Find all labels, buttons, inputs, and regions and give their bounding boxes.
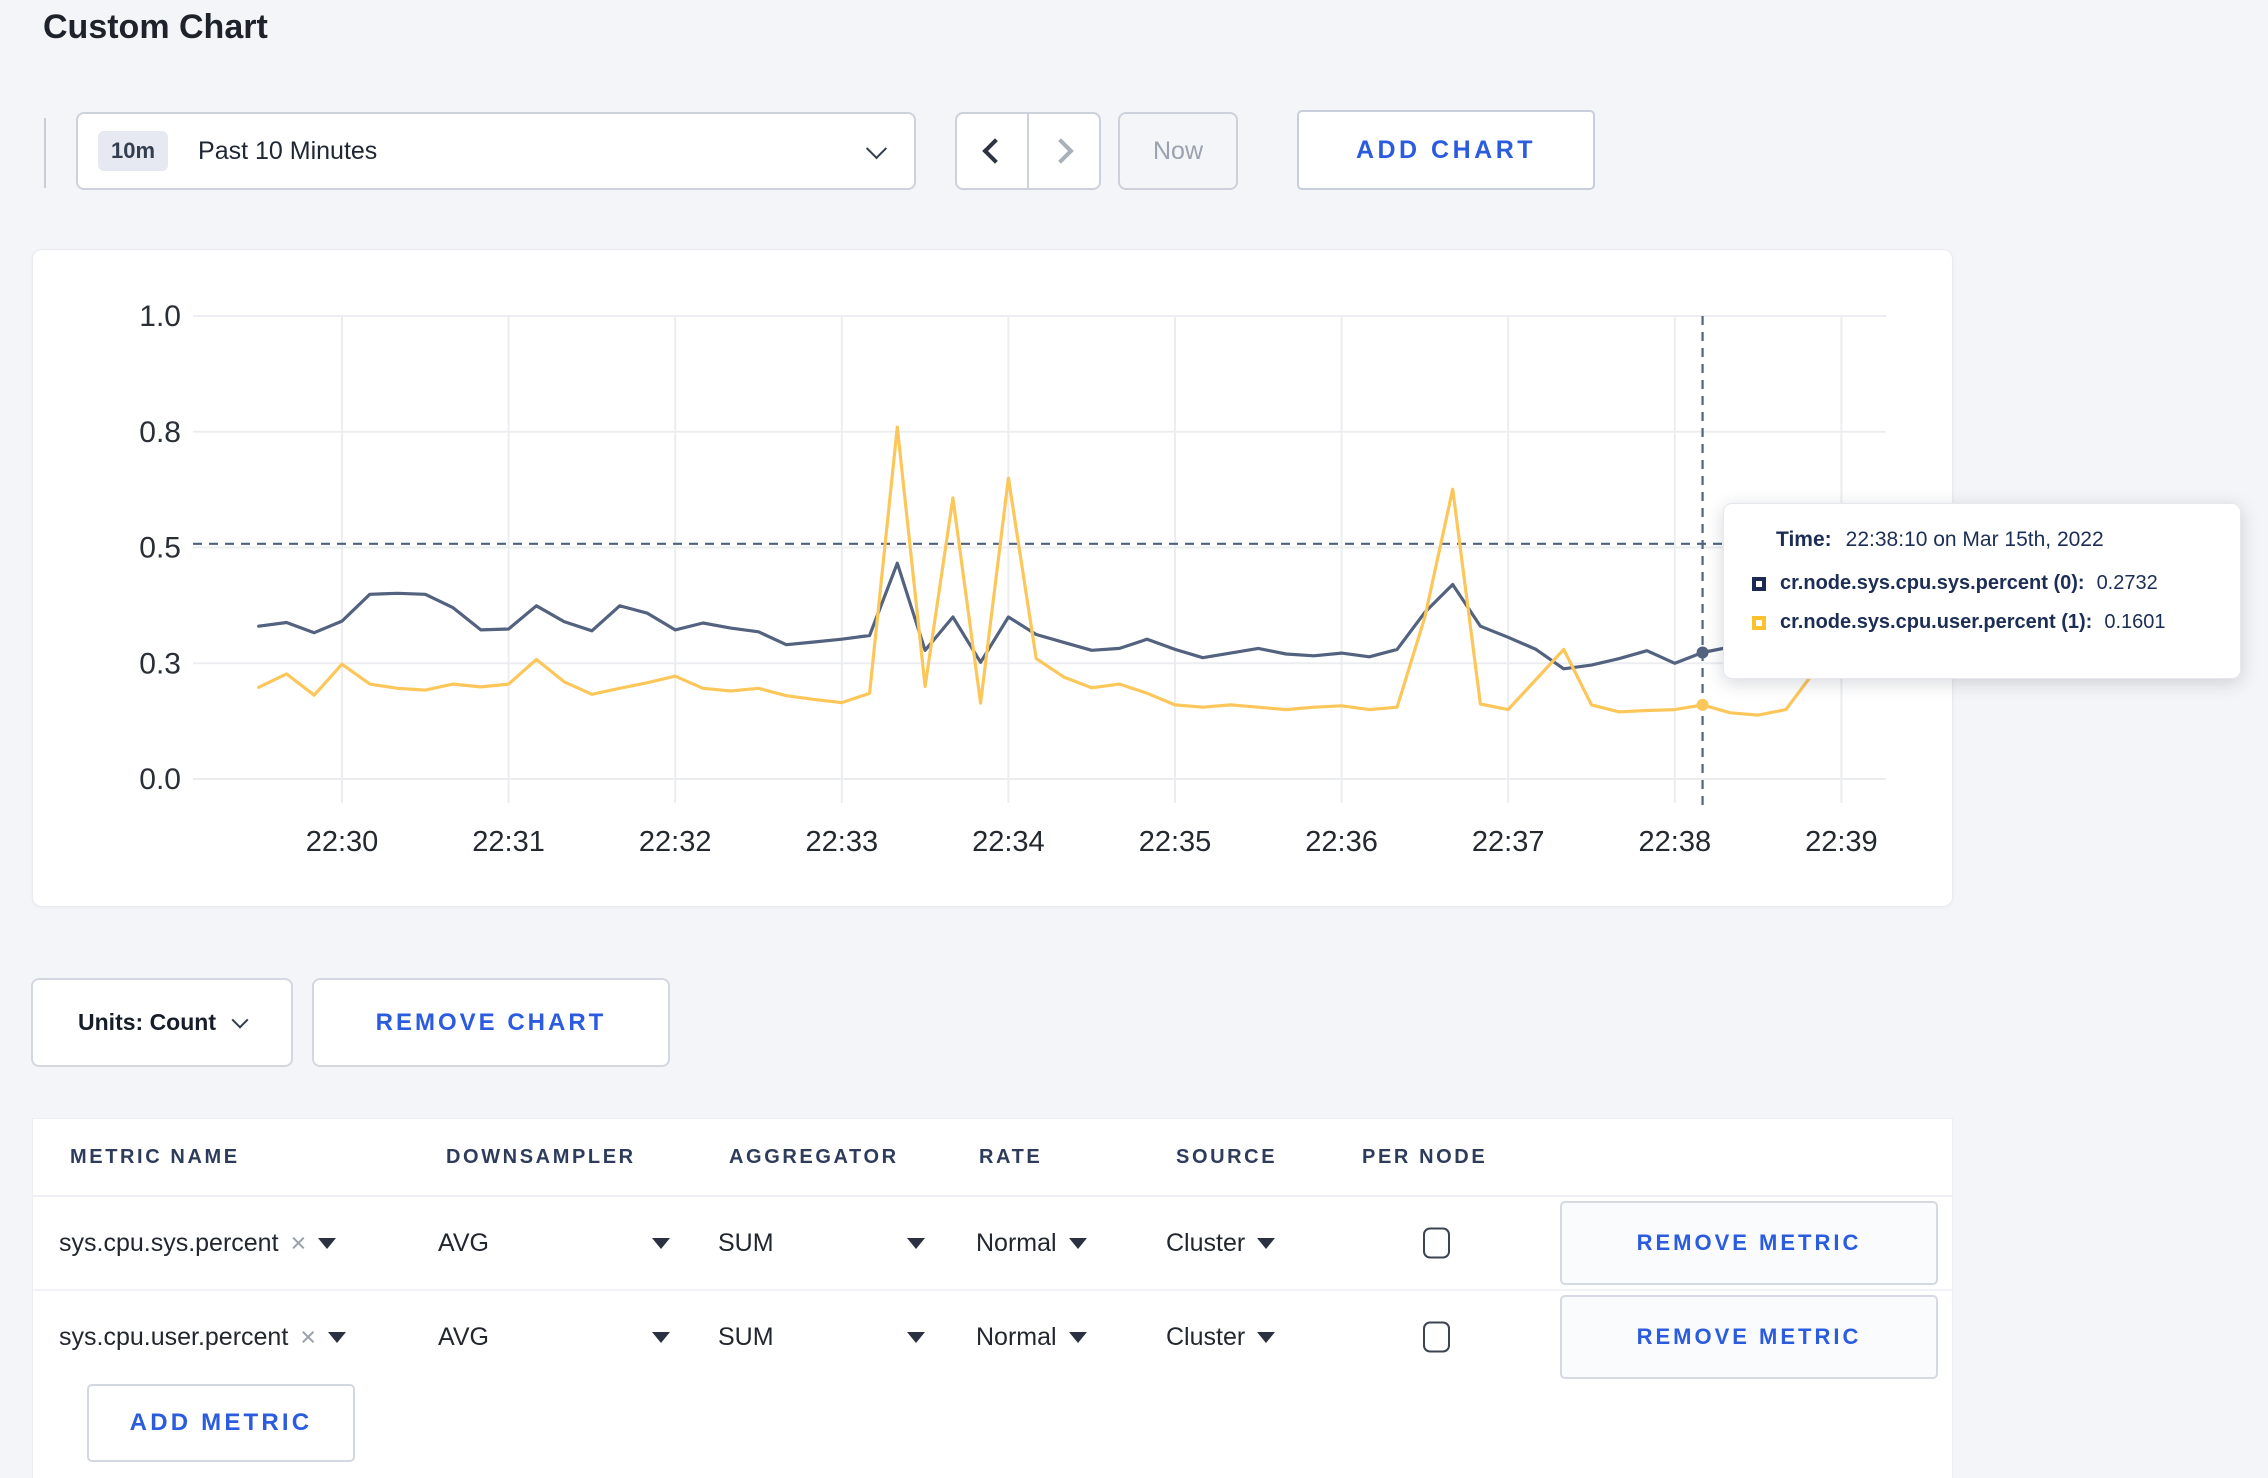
column-header-per-node: PER NODE <box>1362 1145 1488 1168</box>
controls-divider <box>44 118 46 188</box>
per-node-checkbox[interactable] <box>1423 1321 1450 1353</box>
timeseries-plot[interactable]: 1.0 0.8 0.5 0.3 0.0 22:30 22:31 22:32 22:33 22:34… <box>33 250 1954 908</box>
svg-text:0.3: 0.3 <box>139 647 181 680</box>
downsampler-dropdown[interactable]: AVG <box>438 1197 670 1289</box>
caret-down-icon <box>1257 1331 1276 1343</box>
chevron-down-icon <box>231 1011 249 1029</box>
tooltip-time: Time: 22:38:10 on Mar 15th, 2022 <box>1776 528 2240 552</box>
per-node-checkbox[interactable] <box>1423 1227 1450 1259</box>
caret-down-icon <box>1257 1237 1276 1249</box>
clear-metric-icon[interactable]: × <box>300 1322 316 1353</box>
metric-name-dropdown[interactable]: sys.cpu.sys.percent × <box>59 1197 337 1289</box>
downsampler-dropdown[interactable]: AVG <box>438 1291 670 1383</box>
rate-value: Normal <box>976 1322 1057 1351</box>
time-nav-control <box>955 112 1101 190</box>
svg-text:0.0: 0.0 <box>139 763 181 796</box>
source-dropdown[interactable]: Cluster <box>1166 1291 1276 1383</box>
sys-series-swatch-icon <box>1752 576 1766 591</box>
next-time-button[interactable] <box>1027 114 1099 188</box>
column-header-metric-name: METRIC NAME <box>70 1145 240 1168</box>
tooltip-series-name: cr.node.sys.cpu.sys.percent (0): <box>1780 572 2085 594</box>
source-value: Cluster <box>1166 1228 1246 1257</box>
aggregator-dropdown[interactable]: SUM <box>718 1291 925 1383</box>
aggregator-value: SUM <box>718 1322 774 1351</box>
svg-text:22:38: 22:38 <box>1639 826 1712 858</box>
tooltip-series-row: cr.node.sys.cpu.user.percent (1): 0.1601 <box>1752 611 2240 634</box>
source-value: Cluster <box>1166 1322 1246 1351</box>
tooltip-series-name: cr.node.sys.cpu.user.percent (1): <box>1780 611 2093 633</box>
chevron-left-icon <box>982 138 1008 164</box>
metrics-table-header: METRIC NAME DOWNSAMPLER AGGREGATOR RATE … <box>33 1119 1952 1195</box>
now-button[interactable]: Now <box>1118 112 1238 190</box>
chart-tooltip: Time: 22:38:10 on Mar 15th, 2022 cr.node.… <box>1723 503 2241 679</box>
svg-text:22:34: 22:34 <box>972 826 1045 858</box>
user-series-swatch-icon <box>1752 615 1766 630</box>
svg-text:22:39: 22:39 <box>1805 826 1878 858</box>
caret-down-icon <box>1068 1237 1087 1249</box>
caret-down-icon <box>1068 1331 1087 1343</box>
metric-row: sys.cpu.user.percent × AVG SUM Normal Cl… <box>33 1291 1952 1383</box>
units-dropdown[interactable]: Units: Count <box>31 978 293 1067</box>
metric-name-label: sys.cpu.user.percent <box>59 1322 289 1351</box>
chevron-down-icon <box>865 137 888 159</box>
column-header-aggregator: AGGREGATOR <box>729 1145 899 1168</box>
aggregator-dropdown[interactable]: SUM <box>718 1197 925 1289</box>
rate-dropdown[interactable]: Normal <box>976 1291 1087 1383</box>
rate-dropdown[interactable]: Normal <box>976 1197 1087 1289</box>
tooltip-series-row: cr.node.sys.cpu.sys.percent (0): 0.2732 <box>1752 572 2240 595</box>
add-metric-button[interactable]: ADD METRIC <box>87 1384 355 1462</box>
tooltip-series-value: 0.1601 <box>2104 611 2166 633</box>
remove-metric-button[interactable]: REMOVE METRIC <box>1560 1295 1938 1379</box>
units-label: Units: Count <box>78 1009 216 1035</box>
metric-row: sys.cpu.sys.percent × AVG SUM Normal Clu… <box>33 1197 1952 1289</box>
downsampler-value: AVG <box>438 1322 489 1351</box>
source-dropdown[interactable]: Cluster <box>1166 1197 1276 1289</box>
caret-down-icon <box>328 1331 347 1343</box>
aggregator-value: SUM <box>718 1228 774 1257</box>
add-chart-button[interactable]: ADD CHART <box>1297 110 1595 190</box>
column-header-downsampler: DOWNSAMPLER <box>446 1145 636 1168</box>
svg-text:22:37: 22:37 <box>1472 826 1545 858</box>
metric-name-label: sys.cpu.sys.percent <box>59 1228 279 1257</box>
tooltip-time-key: Time: <box>1776 528 1832 551</box>
metric-name-dropdown[interactable]: sys.cpu.user.percent × <box>59 1291 347 1383</box>
custom-chart-page: Custom Chart 10m Past 10 Minutes Now ADD… <box>0 0 2268 1478</box>
svg-text:22:32: 22:32 <box>639 826 712 858</box>
page-title: Custom Chart <box>43 8 268 46</box>
column-header-source: SOURCE <box>1176 1145 1278 1168</box>
svg-text:22:35: 22:35 <box>1139 826 1212 858</box>
caret-down-icon <box>907 1237 925 1249</box>
caret-down-icon <box>652 1237 670 1249</box>
prev-time-button[interactable] <box>957 114 1027 188</box>
chart-card: 1.0 0.8 0.5 0.3 0.0 22:30 22:31 22:32 22:33 22:34… <box>32 249 1953 907</box>
rate-value: Normal <box>976 1228 1057 1257</box>
tooltip-time-value: 22:38:10 on Mar 15th, 2022 <box>1845 528 2104 551</box>
svg-text:22:30: 22:30 <box>306 826 379 858</box>
svg-text:1.0: 1.0 <box>139 300 181 333</box>
remove-metric-button[interactable]: REMOVE METRIC <box>1560 1201 1938 1285</box>
svg-text:22:31: 22:31 <box>472 826 545 858</box>
caret-down-icon <box>652 1331 670 1343</box>
clear-metric-icon[interactable]: × <box>291 1228 307 1259</box>
chevron-right-icon <box>1048 138 1074 164</box>
downsampler-value: AVG <box>438 1228 489 1257</box>
svg-text:0.8: 0.8 <box>139 416 181 449</box>
column-header-rate: RATE <box>979 1145 1043 1168</box>
remove-chart-button[interactable]: REMOVE CHART <box>312 978 670 1067</box>
time-range-dropdown[interactable]: 10m Past 10 Minutes <box>76 112 916 190</box>
caret-down-icon <box>318 1237 337 1249</box>
svg-text:22:33: 22:33 <box>806 826 879 858</box>
svg-text:22:36: 22:36 <box>1305 826 1378 858</box>
caret-down-icon <box>907 1331 925 1343</box>
time-range-badge: 10m <box>98 131 169 171</box>
tooltip-series-value: 0.2732 <box>2096 572 2158 594</box>
svg-text:0.5: 0.5 <box>139 532 181 565</box>
time-range-label: Past 10 Minutes <box>198 136 378 165</box>
